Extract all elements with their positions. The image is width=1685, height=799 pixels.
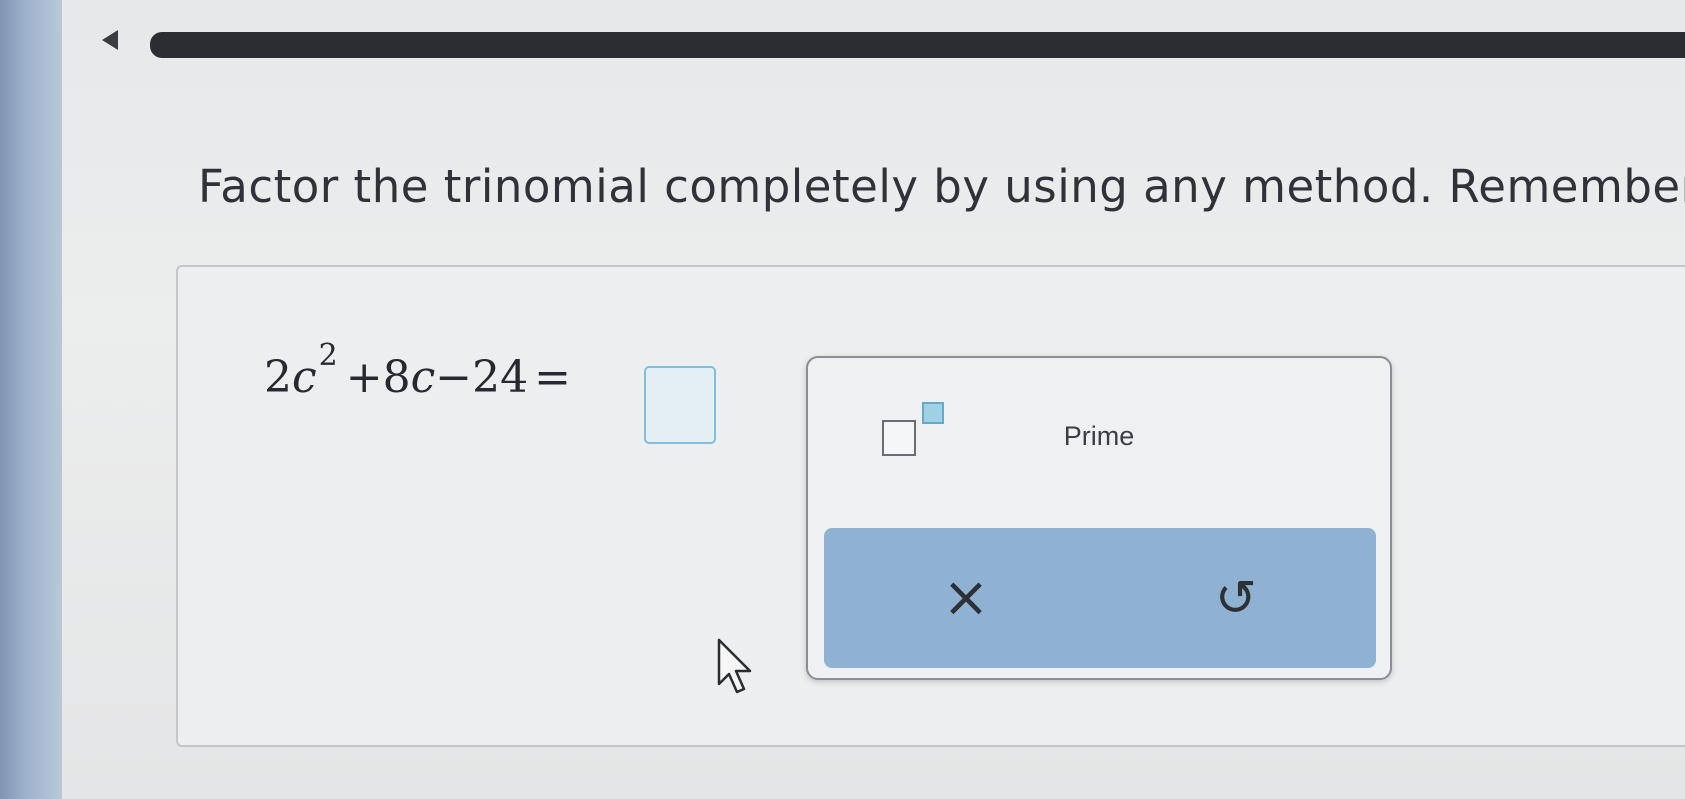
undo-icon[interactable]: ↺: [1194, 558, 1278, 638]
exponent-power-icon: [922, 402, 944, 424]
back-arrow-icon[interactable]: [102, 30, 118, 50]
equation-linear-term: +8: [345, 352, 411, 403]
keypad-action-bar: × ↺: [824, 528, 1376, 668]
mouse-pointer-icon: [717, 638, 752, 694]
equation-constant-term: −24: [435, 352, 529, 403]
exponent-template-button[interactable]: [868, 400, 958, 460]
equation-equals: =: [534, 352, 572, 403]
answer-input-box[interactable]: [644, 366, 716, 444]
screen-bezel: [0, 0, 62, 799]
equation-coefficient: 2: [264, 352, 292, 403]
clear-icon[interactable]: ×: [924, 558, 1008, 638]
progress-bar: [150, 32, 1685, 58]
question-instruction: Factor the trinomial completely by using…: [198, 160, 1685, 213]
exponent-base-icon: [882, 420, 916, 456]
equation-exponent: 2: [318, 338, 338, 373]
trinomial-equation: 2 c 2 +8 c −24 =: [264, 338, 572, 403]
math-keypad: Prime × ↺: [806, 356, 1392, 680]
equation-variable: c: [292, 352, 317, 403]
prime-button[interactable]: Prime: [1034, 418, 1164, 454]
equation-linear-variable: c: [410, 352, 436, 403]
